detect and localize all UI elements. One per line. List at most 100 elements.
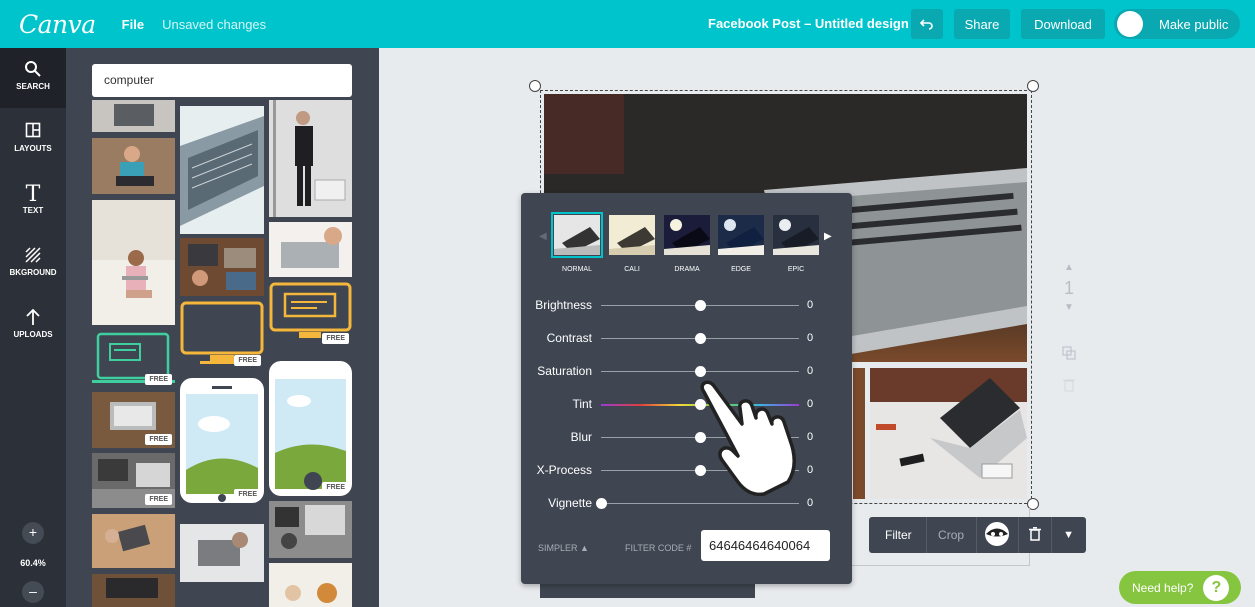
slider-label-contrast: Contrast	[546, 331, 592, 345]
trash-icon[interactable]	[1019, 526, 1051, 544]
help-label: Need help?	[1132, 580, 1194, 595]
free-badge: FREE	[322, 482, 349, 493]
slider-track-vignette[interactable]	[601, 503, 799, 504]
carousel-prev-icon[interactable]: ◀	[539, 231, 547, 242]
free-badge: FREE	[145, 494, 172, 505]
rail-label: TEXT	[22, 206, 44, 215]
slider-label-xprocess: X-Process	[536, 463, 592, 477]
search-icon	[0, 60, 66, 82]
search-panel: FREE FREE FREE FREE FREE FREE	[66, 48, 379, 607]
need-help-button[interactable]: Need help? ?	[1119, 571, 1241, 604]
resize-handle[interactable]	[529, 80, 541, 92]
duplicate-icon[interactable]	[1058, 346, 1080, 378]
rail-item-text[interactable]: T TEXT	[0, 172, 66, 232]
design-title[interactable]: Facebook Post – Untitled design	[708, 16, 909, 31]
free-badge: FREE	[145, 434, 172, 445]
image-toolbar: Filter Crop ▼	[869, 517, 1086, 553]
image-thumbnail[interactable]	[180, 238, 264, 296]
image-thumbnail[interactable]	[269, 222, 352, 277]
slider-thumb-brightness[interactable]	[695, 300, 706, 311]
resize-handle[interactable]	[1027, 80, 1039, 92]
rail-item-background[interactable]: BKGROUND	[0, 234, 66, 294]
image-thumbnail[interactable]	[180, 106, 264, 234]
filter-preset-epic[interactable]	[773, 215, 819, 255]
simpler-toggle[interactable]: SIMPLER ▲	[538, 543, 589, 553]
slider-thumb-saturation[interactable]	[695, 366, 706, 377]
image-thumbnail[interactable]	[92, 200, 175, 325]
image-thumbnail[interactable]	[92, 514, 175, 568]
slider-value-saturation: 0	[807, 365, 814, 377]
page-tools: ▲ 1 ▼	[1058, 262, 1080, 397]
upload-icon	[0, 308, 66, 330]
preset-label: EPIC	[787, 266, 805, 273]
rail-label: BKGROUND	[9, 268, 57, 277]
image-thumbnail[interactable]: FREE	[92, 330, 175, 388]
filter-preset-edge[interactable]	[718, 215, 764, 255]
free-badge: FREE	[234, 489, 261, 500]
preset-label: NORMAL	[562, 266, 592, 273]
undo-button[interactable]	[911, 9, 943, 39]
filter-code-label: FILTER CODE #	[625, 543, 692, 553]
image-thumbnail[interactable]	[269, 563, 352, 607]
zoom-level: 60.4%	[20, 558, 46, 568]
rail-item-uploads[interactable]: UPLOADS	[0, 296, 66, 356]
download-button[interactable]: Download	[1021, 9, 1105, 39]
search-input[interactable]	[92, 64, 352, 97]
hand-pointer-icon	[700, 380, 796, 497]
slider-value-vignette: 0	[807, 497, 814, 509]
image-thumbnail[interactable]: FREE	[180, 378, 264, 503]
image-thumbnail[interactable]	[92, 138, 175, 194]
free-badge: FREE	[322, 333, 349, 344]
image-thumbnail[interactable]: FREE	[269, 282, 352, 347]
slider-value-contrast: 0	[807, 332, 814, 344]
image-thumbnail[interactable]: FREE	[92, 392, 175, 448]
image-thumbnail[interactable]	[269, 100, 352, 217]
left-rail: SEARCH LAYOUTS T TEXT BKGROUND UPLOADS +…	[0, 48, 66, 607]
image-thumbnail[interactable]	[92, 574, 175, 607]
slider-label-saturation: Saturation	[537, 364, 592, 378]
background-icon	[0, 246, 66, 268]
image-thumbnail[interactable]	[92, 100, 175, 132]
slider-label-brightness: Brightness	[535, 298, 592, 312]
zoom-out-button[interactable]: –	[22, 581, 44, 603]
rail-label: SEARCH	[16, 82, 50, 91]
share-button[interactable]: Share	[954, 9, 1010, 39]
move-down-icon[interactable]: ▼	[1058, 302, 1080, 346]
filter-button[interactable]: Filter	[869, 528, 926, 542]
chevron-down-icon[interactable]: ▼	[1051, 529, 1086, 541]
slider-thumb-vignette[interactable]	[596, 498, 607, 509]
filter-preset-normal[interactable]	[551, 212, 603, 258]
save-status: Unsaved changes	[162, 16, 267, 32]
zoom-in-button[interactable]: +	[22, 522, 44, 544]
slider-thumb-contrast[interactable]	[695, 333, 706, 344]
rail-label: UPLOADS	[13, 330, 53, 339]
toggle-knob	[1117, 11, 1143, 37]
image-thumbnail[interactable]: FREE	[269, 361, 352, 496]
free-badge: FREE	[234, 355, 261, 366]
filter-preset-cali[interactable]	[609, 215, 655, 255]
trash-icon[interactable]	[1058, 378, 1080, 397]
rail-item-layouts[interactable]: LAYOUTS	[0, 110, 66, 170]
top-bar: Canva File Unsaved changes Facebook Post…	[0, 0, 1255, 48]
image-thumbnail[interactable]: FREE	[180, 301, 264, 369]
carousel-next-icon[interactable]: ▶	[824, 231, 832, 242]
layouts-icon	[0, 122, 66, 144]
image-thumbnail[interactable]: FREE	[92, 453, 175, 508]
rail-item-search[interactable]: SEARCH	[0, 48, 66, 108]
slider-label-blur: Blur	[570, 430, 592, 444]
move-up-icon[interactable]: ▲	[1058, 262, 1080, 278]
make-public-label: Make public	[1159, 16, 1229, 32]
text-icon: T	[25, 182, 41, 207]
image-thumbnail[interactable]	[180, 524, 264, 582]
make-public-toggle[interactable]: Make public	[1114, 9, 1240, 39]
filter-code-input[interactable]: 64646464640064	[701, 530, 830, 561]
image-thumbnail[interactable]	[269, 501, 352, 558]
file-menu[interactable]: File	[122, 17, 144, 32]
free-badge: FREE	[145, 374, 172, 385]
filter-preset-drama[interactable]	[664, 215, 710, 255]
filter-mask-icon[interactable]	[976, 521, 1018, 550]
preset-label: CALI	[624, 266, 640, 273]
canva-logo[interactable]: Canva	[19, 10, 96, 39]
preset-label: EDGE	[731, 266, 751, 273]
crop-button[interactable]: Crop	[926, 528, 976, 542]
